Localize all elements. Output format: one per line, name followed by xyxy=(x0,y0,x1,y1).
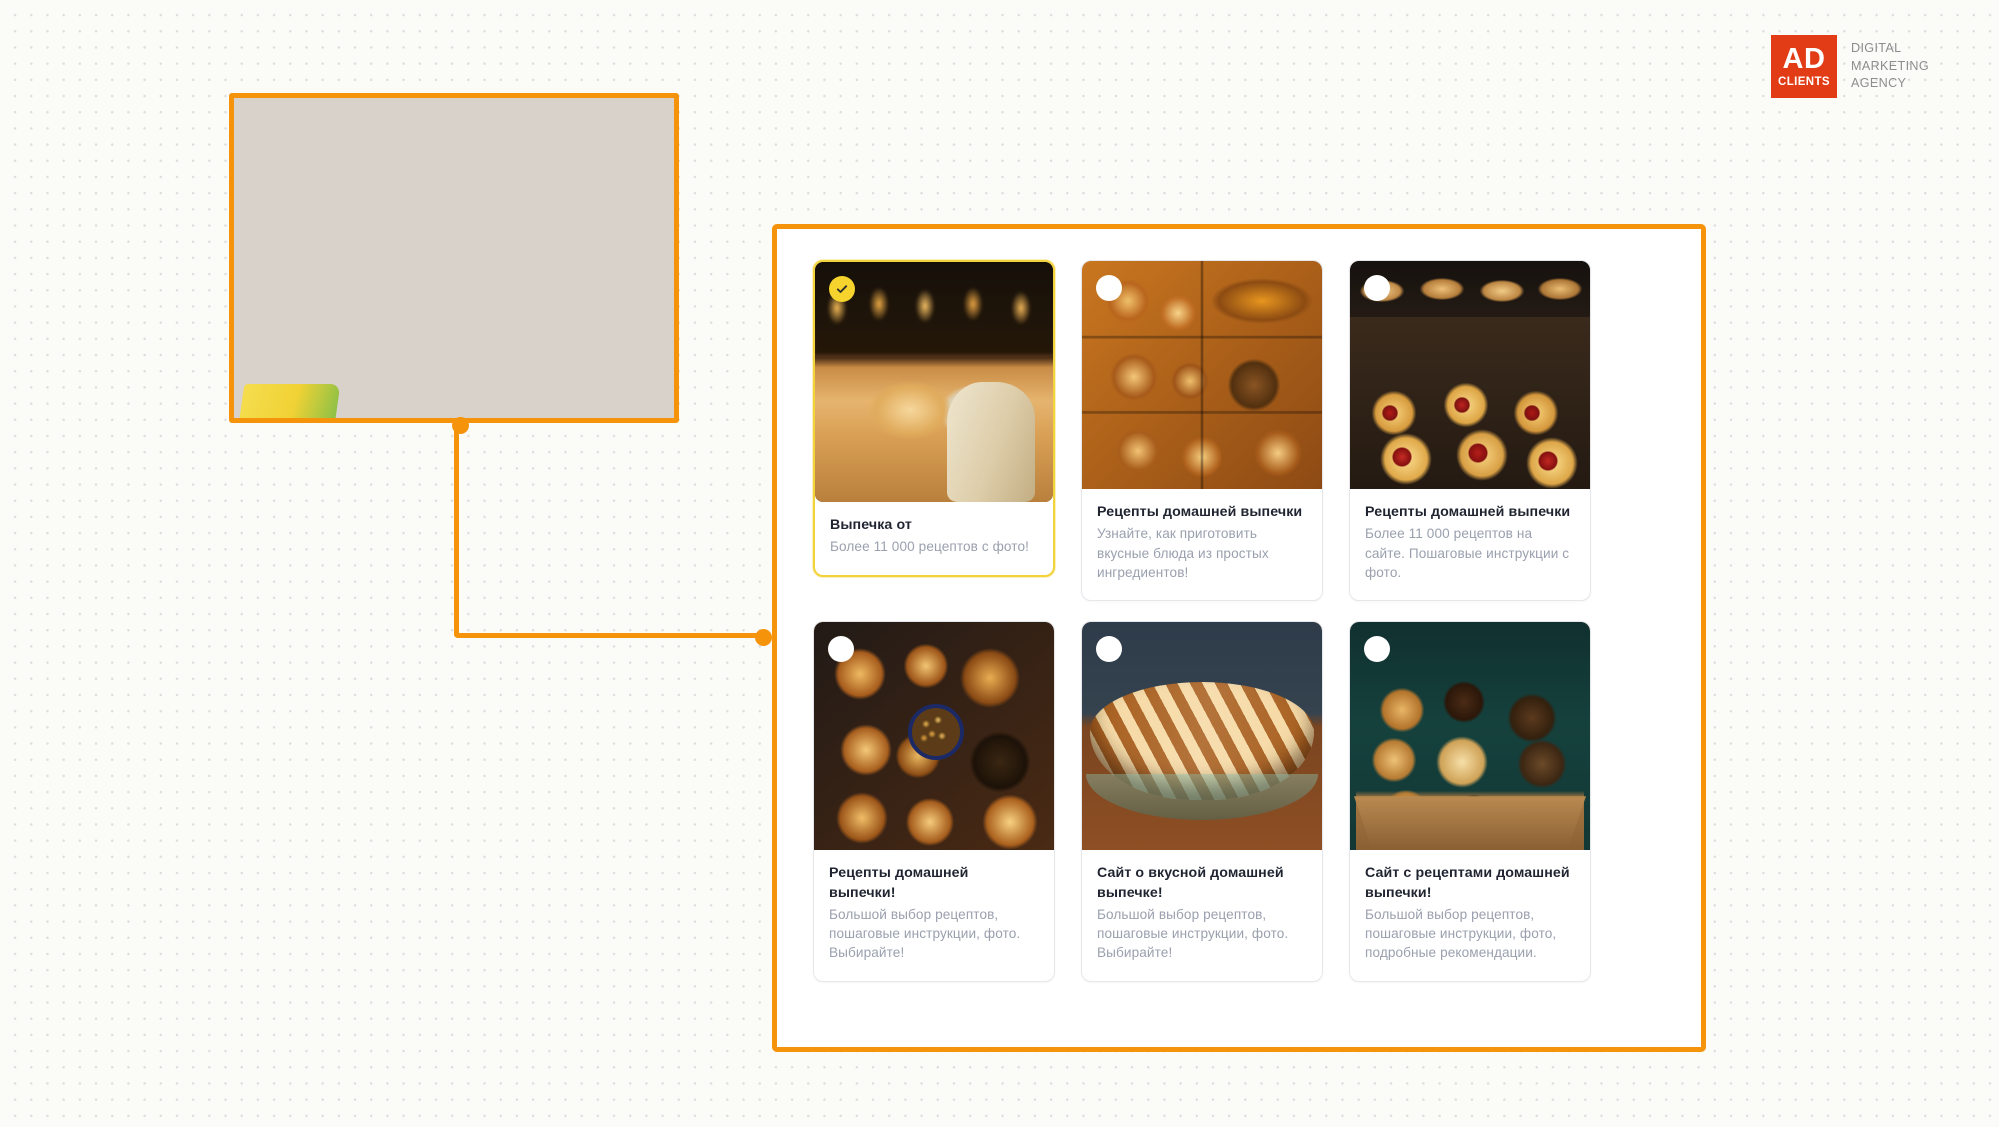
card-body: Сайт с рецептами домашней выпечки! Больш… xyxy=(1350,850,1590,981)
card-title: Рецепты домашней выпечки xyxy=(1097,504,1303,520)
radio-unselected-icon[interactable] xyxy=(1096,275,1122,301)
card-thumbnail[interactable] xyxy=(1082,261,1322,489)
card-thumbnail[interactable] xyxy=(1082,622,1322,851)
card-thumbnail[interactable] xyxy=(814,622,1054,851)
preview-pastry-image xyxy=(234,98,674,418)
card-title: Сайт с рецептами домашней выпечки! xyxy=(1365,865,1570,901)
results-grid: Выпечка от Более 11 000 рецептов с фото!… xyxy=(813,260,1665,982)
card-body: Рецепты домашней выпечки! Большой выбор … xyxy=(814,850,1054,981)
card-thumbnail[interactable] xyxy=(1350,261,1590,489)
card-title: Рецепты домашней выпечки! xyxy=(829,865,969,901)
radio-unselected-icon[interactable] xyxy=(1364,275,1390,301)
results-panel: Выпечка от Более 11 000 рецептов с фото!… xyxy=(772,224,1706,1052)
brand-tagline-line-2: MARKETING xyxy=(1851,58,1930,73)
result-card[interactable]: Выпечка от Более 11 000 рецептов с фото! xyxy=(813,260,1055,577)
logo-mark-ad: AD xyxy=(1782,42,1826,75)
card-body: Рецепты домашней выпечки Более 11 000 ре… xyxy=(1350,489,1590,600)
card-title: Сайт о вкусной домашней выпечке! xyxy=(1097,865,1284,901)
logo-mark-clients: CLIENTS xyxy=(1778,75,1830,88)
connector-line xyxy=(454,424,764,638)
brand-tagline-line-1: DIGITAL xyxy=(1851,40,1902,55)
result-card[interactable]: Рецепты домашней выпечки Узнайте, как пр… xyxy=(1081,260,1323,602)
card-thumbnail[interactable] xyxy=(815,262,1053,502)
card-title: Выпечка от xyxy=(830,517,912,533)
card-description: Узнайте, как приготовить вкусные блюда и… xyxy=(1097,526,1269,580)
result-card[interactable]: Сайт с рецептами домашней выпечки! Больш… xyxy=(1349,621,1591,982)
connector-end-dot xyxy=(755,629,772,646)
result-card[interactable]: Сайт о вкусной домашней выпечке! Большой… xyxy=(1081,621,1323,982)
card-body: Выпечка от Более 11 000 рецептов с фото! xyxy=(815,502,1053,575)
card-description: Большой выбор рецептов, пошаговые инстру… xyxy=(1097,906,1289,961)
brand-tagline: DIGITAL MARKETING AGENCY xyxy=(1851,40,1929,94)
card-description: Более 11 000 рецептов на сайте. Пошаговы… xyxy=(1365,526,1570,580)
connector-start-dot xyxy=(452,417,469,434)
card-title: Рецепты домашней выпечки xyxy=(1365,504,1571,520)
check-icon[interactable] xyxy=(829,276,855,302)
ad-clients-logo-mark: AD CLIENTS xyxy=(1771,35,1837,98)
card-description: Большой выбор рецептов, пошаговые инстру… xyxy=(1365,906,1557,961)
card-thumbnail[interactable] xyxy=(1350,622,1590,851)
card-body: Рецепты домашней выпечки Узнайте, как пр… xyxy=(1082,489,1322,600)
brand-tagline-line-3: AGENCY xyxy=(1851,76,1907,91)
card-description: Большой выбор рецептов, пошаговые инстру… xyxy=(829,906,1021,961)
result-card[interactable]: Рецепты домашней выпечки! Большой выбор … xyxy=(813,621,1055,982)
card-description: Более 11 000 рецептов с фото! xyxy=(830,539,1029,555)
preview-image-panel[interactable] xyxy=(229,93,679,423)
card-body: Сайт о вкусной домашней выпечке! Большой… xyxy=(1082,850,1322,981)
result-card[interactable]: Рецепты домашней выпечки Более 11 000 ре… xyxy=(1349,260,1591,602)
brand-logo: AD CLIENTS DIGITAL MARKETING AGENCY xyxy=(1771,35,1929,98)
